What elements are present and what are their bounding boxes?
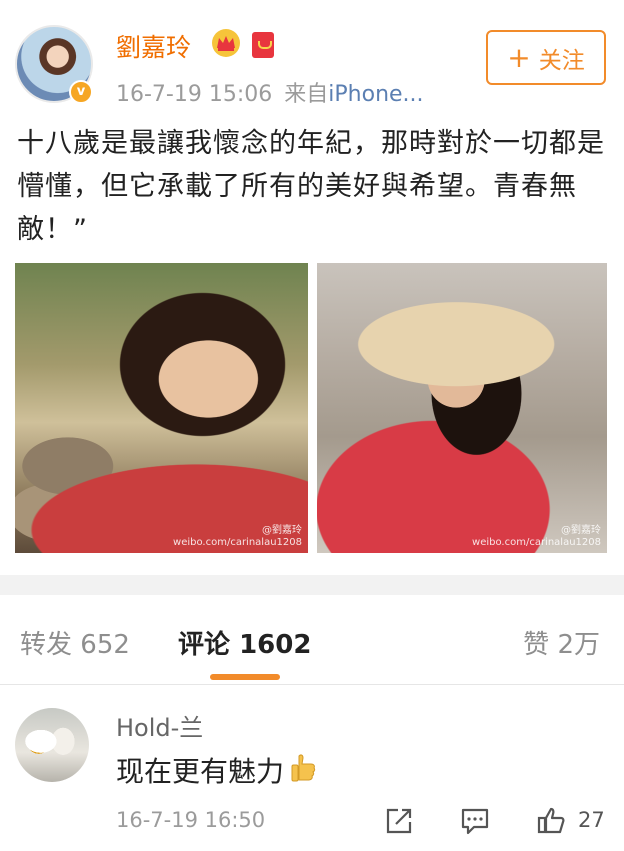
- author-name[interactable]: 劉嘉玲: [116, 28, 191, 64]
- comment-like-count: 27: [578, 808, 605, 832]
- red-packet-icon[interactable]: [252, 32, 274, 58]
- post-meta: 16-7-19 15:06 来自iPhone...: [116, 76, 424, 108]
- post-photo-2[interactable]: @劉嘉玲 weibo.com/carinalau1208: [317, 263, 607, 553]
- tab-likes[interactable]: 赞 2万: [523, 624, 600, 661]
- comment-item: Hold-兰 现在更有魅力 16-7-19 16:50 27: [0, 686, 624, 851]
- comment-timestamp: 16-7-19 16:50: [116, 808, 266, 832]
- commenter-avatar[interactable]: [15, 708, 89, 782]
- tab-repost[interactable]: 转发 652: [20, 624, 130, 661]
- share-icon[interactable]: [384, 806, 414, 836]
- photo-watermark: @劉嘉玲 weibo.com/carinalau1208: [173, 525, 302, 548]
- post-photo-1[interactable]: @劉嘉玲 weibo.com/carinalau1208: [15, 263, 308, 553]
- section-divider: [0, 575, 624, 595]
- weibo-post: v 劉嘉玲 16-7-19 15:06 来自iPhone... + 关注 十八歲是…: [0, 0, 624, 575]
- reply-icon[interactable]: [460, 806, 490, 836]
- tab-comments[interactable]: 评论 1602: [178, 624, 311, 661]
- active-tab-indicator: [210, 674, 280, 680]
- comment-text: 现在更有魅力: [116, 750, 316, 790]
- thumbs-up-emoji: [291, 754, 316, 782]
- post-source-device[interactable]: iPhone...: [328, 82, 423, 107]
- plus-icon: +: [507, 40, 531, 74]
- post-text: 十八歲是最讓我懷念的年紀，那時對於一切都是懵懂，但它承載了所有的美好與希望。青春…: [17, 128, 605, 245]
- post-timestamp: 16-7-19 15:06: [116, 82, 273, 107]
- follow-label: 关注: [538, 47, 585, 74]
- interaction-tabs: 转发 652 评论 1602 赞 2万: [0, 595, 624, 685]
- like-icon[interactable]: [536, 806, 566, 836]
- crown-icon: [212, 29, 240, 57]
- follow-button[interactable]: + 关注: [486, 30, 606, 85]
- commenter-name[interactable]: Hold-兰: [116, 708, 203, 743]
- photo-watermark: @劉嘉玲 weibo.com/carinalau1208: [472, 525, 601, 548]
- verified-icon: v: [69, 80, 93, 104]
- post-source-prefix: 来自: [284, 82, 329, 107]
